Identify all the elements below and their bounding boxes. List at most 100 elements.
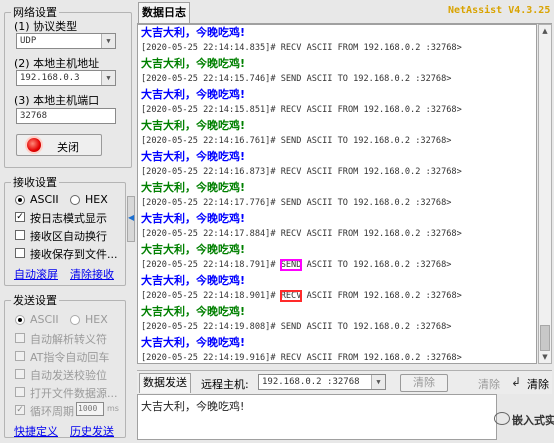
send-hex-label: HEX xyxy=(85,313,108,326)
log-message: 大吉大利，今晚吃鸡! xyxy=(138,335,536,351)
log-timestamp: [2020-05-25 22:14:18.901]# RECV ASCII FR… xyxy=(138,289,536,305)
receive-hex-radio[interactable] xyxy=(70,195,80,205)
auto-scroll-link[interactable]: 自动滚屏 xyxy=(14,266,58,282)
auto-checksum-label: 自动发送校验位 xyxy=(30,369,107,382)
log-message: 大吉大利，今晚吃鸡! xyxy=(138,211,536,227)
log-message: 大吉大利，今晚吃鸡! xyxy=(138,56,536,72)
close-button-label: 关闭 xyxy=(57,141,79,154)
log-timestamp-prefix: [2020-05-25 22:14:18.791]# xyxy=(141,259,281,270)
receive-settings-title: 接收设置 xyxy=(13,176,57,189)
open-file-source-label: 打开文件数据源... xyxy=(30,387,118,400)
log-timestamp-text: [2020-05-25 22:14:17.884]# RECV ASCII FR… xyxy=(141,228,462,239)
local-port-label: (3) 本地主机端口 xyxy=(14,94,100,107)
loop-period-unit: ms xyxy=(107,404,119,413)
save-to-file-checkbox[interactable] xyxy=(15,248,25,258)
log-message: 大吉大利，今晚吃鸡! xyxy=(138,304,536,320)
log-timestamp: [2020-05-25 22:14:18.791]# SEND ASCII TO… xyxy=(138,258,536,274)
watermark: 嵌入式实验楼 xyxy=(494,410,554,434)
clear-all-label[interactable]: 清除 xyxy=(527,376,549,392)
loop-period-input[interactable]: 1000 xyxy=(76,402,104,416)
tab-data-send[interactable]: 数据发送 xyxy=(139,373,191,393)
close-connection-button[interactable]: 关闭 xyxy=(16,134,102,156)
send-hex-radio[interactable] xyxy=(70,315,80,325)
log-timestamp-prefix: [2020-05-25 22:14:18.901]# xyxy=(141,290,281,301)
log-timestamp-text: [2020-05-25 22:14:15.746]# SEND ASCII TO… xyxy=(141,73,452,84)
log-timestamp: [2020-05-25 22:14:16.761]# SEND ASCII TO… xyxy=(138,134,536,150)
log-timestamp-text: [2020-05-25 22:14:16.761]# SEND ASCII TO… xyxy=(141,135,452,146)
receive-log-area[interactable]: 大吉大利，今晚吃鸡! [2020-05-25 22:14:14.835]# REC… xyxy=(137,24,537,364)
loop-period-label: 循环周期 xyxy=(30,405,74,418)
protocol-value: UDP xyxy=(20,36,37,46)
receive-ascii-radio[interactable] xyxy=(15,195,25,205)
log-timestamp-text: [2020-05-25 22:14:15.851]# RECV ASCII FR… xyxy=(141,104,462,115)
log-message: 大吉大利，今晚吃鸡! xyxy=(138,273,536,289)
log-message-text: 大吉大利，今晚吃鸡! xyxy=(141,305,246,318)
log-mode-checkbox[interactable]: ✓ xyxy=(15,212,25,222)
log-message: 大吉大利，今晚吃鸡! xyxy=(138,242,536,258)
history-link[interactable]: 历史发送 xyxy=(70,423,114,439)
send-text-area[interactable]: 大吉大利，今晚吃鸡! xyxy=(137,394,497,440)
protocol-label: (1) 协议类型 xyxy=(14,20,78,33)
remote-host-label: 远程主机: xyxy=(201,378,249,391)
scroll-up-icon[interactable]: ▲ xyxy=(541,27,549,35)
local-port-input[interactable]: 32768 xyxy=(16,108,116,124)
log-timestamp-text: [2020-05-25 22:14:16.873]# RECV ASCII FR… xyxy=(141,166,462,177)
log-timestamp: [2020-05-25 22:14:19.808]# SEND ASCII TO… xyxy=(138,320,536,336)
send-ascii-label: ASCII xyxy=(30,313,59,326)
log-lines: 大吉大利，今晚吃鸡! [2020-05-25 22:14:14.835]# REC… xyxy=(138,25,536,364)
log-message-text: 大吉大利，今晚吃鸡! xyxy=(141,88,246,101)
receive-hex-label: HEX xyxy=(85,193,108,206)
log-timestamp: [2020-05-25 22:14:19.916]# RECV ASCII FR… xyxy=(138,351,536,364)
log-message-text: 大吉大利，今晚吃鸡! xyxy=(141,119,246,132)
chevron-down-icon[interactable]: ▼ xyxy=(101,71,115,85)
receive-ascii-label: ASCII xyxy=(30,193,59,206)
log-message-text: 大吉大利，今晚吃鸡! xyxy=(141,57,246,70)
clear-receive-link[interactable]: 清除接收 xyxy=(70,266,114,282)
log-timestamp: [2020-05-25 22:14:17.884]# RECV ASCII FR… xyxy=(138,227,536,243)
log-timestamp-suffix: ASCII FROM 192.168.0.2 :32768> xyxy=(301,290,462,301)
log-timestamp: [2020-05-25 22:14:17.776]# SEND ASCII TO… xyxy=(138,196,536,212)
log-message-text: 大吉大利，今晚吃鸡! xyxy=(141,181,246,194)
open-file-source-checkbox[interactable] xyxy=(15,387,25,397)
panel-collapse-handle[interactable]: ◀ xyxy=(127,196,135,242)
log-timestamp-text: [2020-05-25 22:14:14.835]# RECV ASCII FR… xyxy=(141,42,462,53)
auto-escape-checkbox[interactable] xyxy=(15,333,25,343)
chat-bubble-icon xyxy=(494,412,510,425)
remote-host-select[interactable]: 192.168.0.2 :32768 ▼ xyxy=(258,374,386,390)
log-message: 大吉大利，今晚吃鸡! xyxy=(138,25,536,41)
send-text-value: 大吉大利，今晚吃鸡! xyxy=(141,400,245,413)
log-message-text: 大吉大利，今晚吃鸡! xyxy=(141,274,246,287)
chevron-down-icon[interactable]: ▼ xyxy=(371,375,385,389)
log-message-text: 大吉大利，今晚吃鸡! xyxy=(141,150,246,163)
remote-host-value: 192.168.0.2 :32768 xyxy=(262,377,360,387)
send-ascii-radio[interactable] xyxy=(15,315,25,325)
shortcuts-link[interactable]: 快捷定义 xyxy=(14,423,58,439)
log-message: 大吉大利，今晚吃鸡! xyxy=(138,87,536,103)
log-timestamp: [2020-05-25 22:14:16.873]# RECV ASCII FR… xyxy=(138,165,536,181)
chevron-left-icon: ◀ xyxy=(128,213,135,222)
log-timestamp: [2020-05-25 22:14:15.746]# SEND ASCII TO… xyxy=(138,72,536,88)
at-auto-cr-checkbox[interactable] xyxy=(15,351,25,361)
clear-arrow-icon[interactable]: ↲ xyxy=(511,375,521,389)
scroll-down-icon[interactable]: ▼ xyxy=(541,353,549,361)
log-message: 大吉大利，今晚吃鸡! xyxy=(138,118,536,134)
tab-data-log[interactable]: 数据日志 xyxy=(138,2,190,24)
loop-period-checkbox[interactable]: ✓ xyxy=(15,405,25,415)
log-message-text: 大吉大利，今晚吃鸡! xyxy=(141,243,246,256)
log-direction-highlight: SEND xyxy=(279,258,303,271)
log-timestamp-text: [2020-05-25 22:14:17.776]# SEND ASCII TO… xyxy=(141,197,452,208)
send-settings-title: 发送设置 xyxy=(13,294,57,307)
log-message-text: 大吉大利，今晚吃鸡! xyxy=(141,26,246,39)
local-host-select[interactable]: 192.168.0.3 ▼ xyxy=(16,70,116,86)
connection-status-icon xyxy=(27,138,41,152)
local-host-label: (2) 本地主机地址 xyxy=(14,57,100,70)
log-scrollbar[interactable]: ▲ ▼ xyxy=(538,24,552,364)
log-mode-label: 按日志模式显示 xyxy=(30,212,107,225)
auto-checksum-checkbox[interactable] xyxy=(15,369,25,379)
auto-newline-checkbox[interactable] xyxy=(15,230,25,240)
chevron-down-icon[interactable]: ▼ xyxy=(101,34,115,48)
scroll-thumb[interactable] xyxy=(540,325,550,351)
clear-remote-button[interactable]: 清除 xyxy=(400,374,448,392)
clear-send-label[interactable]: 清除 xyxy=(478,376,500,392)
protocol-select[interactable]: UDP ▼ xyxy=(16,33,116,49)
